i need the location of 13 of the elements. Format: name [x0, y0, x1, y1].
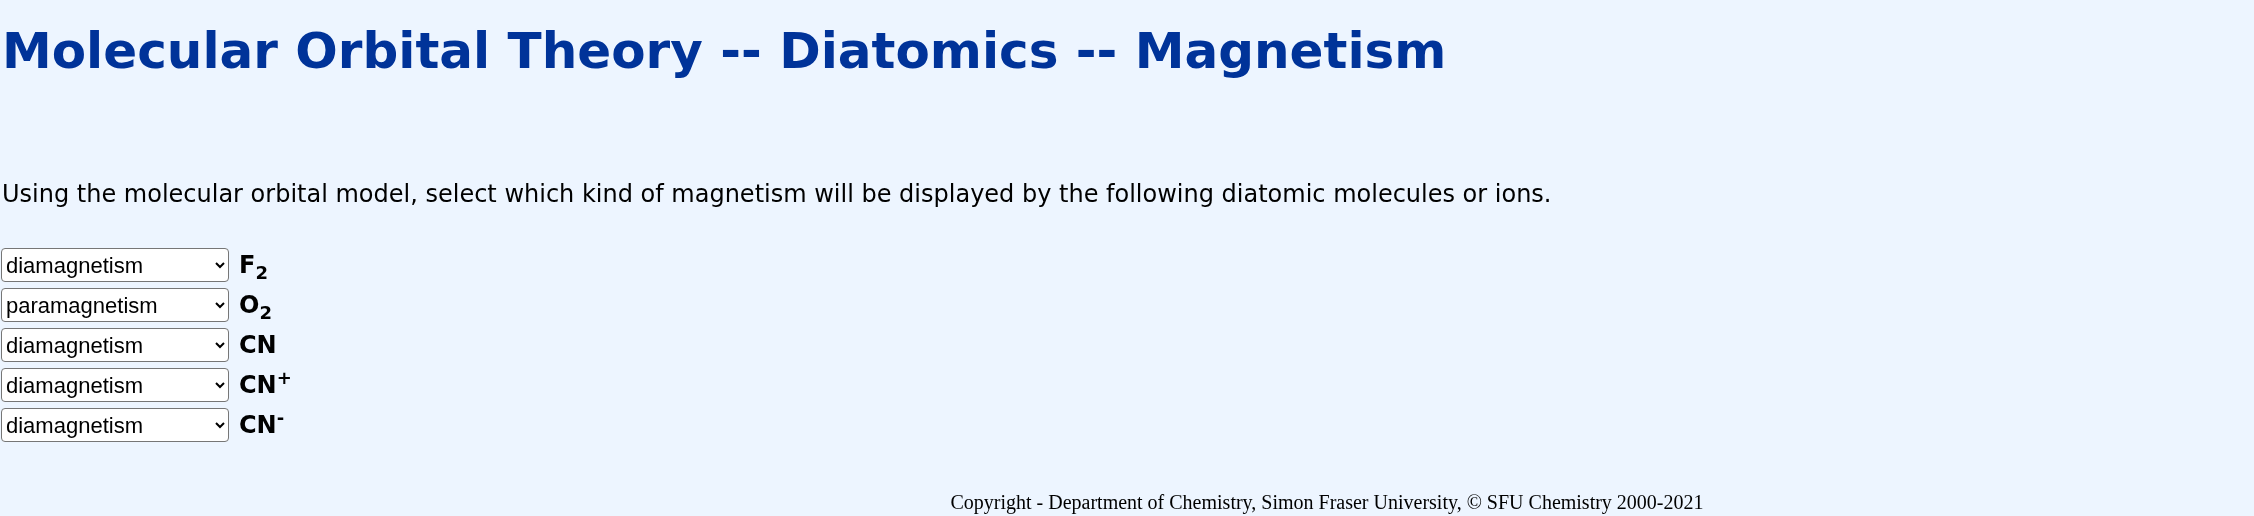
formula-label: O$_{2}$ [239, 291, 272, 319]
magnetism-dropdown[interactable]: diamagnetism [1, 248, 229, 282]
copyright-text: Copyright - Department of Chemistry, Simon Fraser University, © SFU Chemistry 2000-2021 [949, 491, 1704, 516]
instructions-text: Using the molecular orbital model, select which kind of magnetism will be displayed by the following diatomic molecules or ions. [2, 180, 1552, 208]
magnetism-dropdown[interactable]: diamagnetism [1, 408, 229, 442]
page-title: Molecular Orbital Theory -- Diatomics -- Magnetism [2, 22, 1447, 80]
magnetism-dropdown[interactable]: diamagnetism [1, 328, 229, 362]
formula-label: CN$^{-}$ [239, 411, 285, 439]
formula-label: CN$^{+}$ [239, 371, 292, 399]
magnetism-dropdown[interactable]: paramagnetism [1, 288, 229, 322]
magnetism-dropdown[interactable]: diamagnetism [1, 368, 229, 402]
formula-label: CN [239, 331, 277, 359]
formula-label: F$_{2}$ [239, 251, 268, 279]
